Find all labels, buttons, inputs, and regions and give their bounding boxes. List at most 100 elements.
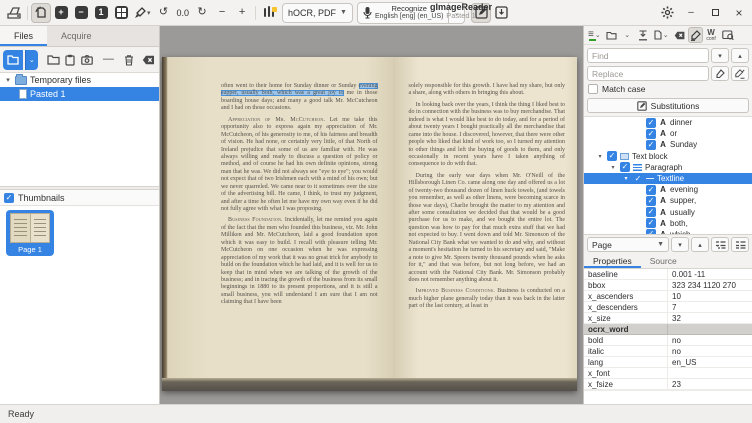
camera-icon	[81, 55, 93, 65]
page-combo[interactable]: Page ▼	[587, 237, 669, 252]
paste-button[interactable]	[63, 51, 78, 69]
rotate-cw-button[interactable]: ↻	[192, 3, 212, 23]
expander-icon[interactable]: ▾	[609, 164, 617, 171]
paragraph-checkbox[interactable]: ✓	[620, 162, 630, 172]
collapse-all-button[interactable]	[731, 237, 749, 252]
find-input[interactable]	[587, 48, 709, 63]
replace-input[interactable]	[587, 66, 709, 81]
remove-image-button[interactable]: —	[101, 51, 116, 69]
image-filter-dropdown[interactable]: ▾	[131, 3, 154, 23]
property-section-header[interactable]: ocrx_word	[584, 324, 752, 335]
word-row[interactable]: ✓Aboth,	[584, 218, 752, 229]
word-row[interactable]: ✓Asupper,	[584, 195, 752, 206]
add-images-dropdown[interactable]: ⌄	[25, 50, 38, 70]
word-checkbox[interactable]: ✓	[646, 207, 656, 217]
expander-icon[interactable]: ▾	[4, 76, 12, 84]
rotate-ccw-button[interactable]: ↺	[154, 3, 174, 23]
match-case-checkbox[interactable]: ✓	[588, 84, 598, 94]
rotate-page-mode-button[interactable]	[31, 3, 51, 23]
word-checkbox[interactable]: ✓	[646, 118, 656, 128]
image-controls-button[interactable]	[259, 3, 279, 23]
thumbnails-checkbox[interactable]: ✓	[4, 193, 14, 203]
property-row[interactable]: x_font	[584, 368, 752, 379]
import-text-button[interactable]	[636, 27, 651, 43]
word-row[interactable]: ✓Ausually	[584, 207, 752, 218]
sources-pane-button[interactable]	[4, 3, 24, 23]
maximize-button[interactable]	[706, 4, 724, 22]
property-row[interactable]: x_size32	[584, 313, 752, 324]
preview-toggle-button[interactable]	[720, 27, 736, 43]
image-controls-icon	[263, 6, 276, 19]
expander-icon[interactable]: ▾	[622, 175, 630, 182]
page-decrement-button[interactable]: −	[212, 3, 232, 23]
page-increment-button[interactable]: +	[232, 3, 252, 23]
find-prev-button[interactable]: ▴	[731, 48, 749, 63]
property-row[interactable]: x_ascenders10	[584, 291, 752, 302]
property-row[interactable]: x_descenders7	[584, 302, 752, 313]
tab-properties[interactable]: Properties	[584, 254, 641, 268]
book-text: often went to their home for Sunday dinn…	[221, 83, 359, 89]
property-row[interactable]: baseline0.001 -11	[584, 269, 752, 280]
insert-mode-button[interactable]: ≡ ⌄	[586, 27, 603, 43]
delete-image-button[interactable]	[122, 51, 137, 69]
rotate-angle-spinbox[interactable]: 0.0	[174, 8, 193, 18]
app-menu-button[interactable]	[658, 4, 676, 22]
zoom-out-button[interactable]: −	[71, 3, 91, 23]
replace-all-button[interactable]	[731, 66, 749, 81]
paragraph-row[interactable]: ▾✓Paragraph	[584, 162, 752, 173]
word-row[interactable]: ✓Adinner	[584, 117, 752, 128]
add-images-button[interactable]	[3, 50, 23, 70]
word-checkbox[interactable]: ✓	[646, 196, 656, 206]
image-canvas[interactable]: often went to their home for Sunday dinn…	[160, 26, 583, 404]
zoom-fit-button[interactable]	[111, 3, 131, 23]
navigate-prev-button[interactable]: ▴	[691, 237, 709, 252]
close-button[interactable]: ×	[730, 4, 748, 22]
property-row[interactable]: x_fsize23	[584, 379, 752, 390]
open-output-dropdown[interactable]: ⌄	[620, 27, 635, 43]
property-row[interactable]: bbox323 234 1120 270	[584, 280, 752, 291]
output-panel: ≡ ⌄ ⌄ ⌄	[583, 26, 752, 404]
ocr-mode-combo[interactable]: hOCR, PDF ▼	[282, 3, 353, 23]
textline-row-selected[interactable]: ▾✓—Textline	[584, 173, 752, 184]
thumbnail-page-1[interactable]: Page 1	[6, 210, 54, 256]
find-replace-toggle-button[interactable]	[688, 27, 703, 43]
find-next-button[interactable]: ▾	[711, 48, 729, 63]
word-row[interactable]: ✓ASunday	[584, 139, 752, 150]
word-confidence-toggle-button[interactable]: Wconf	[704, 27, 719, 43]
zoom-in-button[interactable]: +	[51, 3, 71, 23]
screenshot-button[interactable]	[80, 51, 95, 69]
tab-files[interactable]: Files	[0, 26, 47, 46]
tree-row-pasted-file[interactable]: Pasted 1	[0, 87, 159, 101]
tab-source[interactable]: Source	[641, 254, 686, 268]
clear-output-button[interactable]	[672, 27, 687, 43]
word-checkbox[interactable]: ✓	[646, 218, 656, 228]
word-checkbox[interactable]: ✓	[646, 129, 656, 139]
replace-button[interactable]	[711, 66, 729, 81]
property-row[interactable]: langen_US	[584, 357, 752, 368]
word-row[interactable]: ✓Aevening	[584, 184, 752, 195]
tree-row-temporary-files[interactable]: ▾ Temporary files	[0, 73, 159, 87]
navigate-next-button[interactable]: ▾	[671, 237, 689, 252]
substitutions-button[interactable]: Substitutions	[587, 98, 749, 113]
property-row[interactable]: italicno	[584, 346, 752, 357]
expand-all-button[interactable]	[711, 237, 729, 252]
word-checkbox[interactable]: ✓	[646, 140, 656, 150]
scanned-book-image[interactable]: often went to their home for Sunday dinn…	[162, 57, 577, 391]
chevron-down-icon: ⌄	[663, 31, 669, 39]
save-output-button[interactable]: ⌄	[652, 27, 671, 43]
open-output-button[interactable]	[604, 27, 619, 43]
word-row[interactable]: ✓Aor	[584, 128, 752, 139]
property-row[interactable]: boldno	[584, 335, 752, 346]
open-folder-button[interactable]	[46, 51, 61, 69]
thumbnail-image	[10, 213, 50, 243]
clear-all-button[interactable]	[141, 51, 156, 69]
expander-icon[interactable]: ▾	[596, 153, 604, 160]
minimize-button[interactable]: –	[682, 4, 700, 22]
zoom-original-button[interactable]: 1	[91, 3, 111, 23]
textblock-row[interactable]: ▾✓Text block	[584, 151, 752, 162]
sources-tabbar: Files Acquire	[0, 26, 159, 47]
block-checkbox[interactable]: ✓	[607, 151, 617, 161]
tab-acquire[interactable]: Acquire	[47, 26, 106, 46]
word-checkbox[interactable]: ✓	[646, 185, 656, 195]
textline-checkbox[interactable]: ✓	[633, 174, 643, 184]
